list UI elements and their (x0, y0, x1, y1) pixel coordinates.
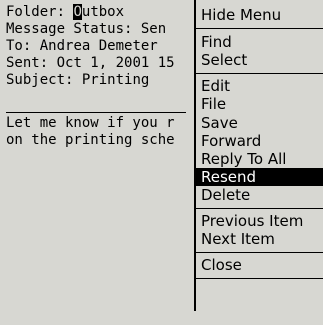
subject-value: Printing (81, 72, 150, 88)
sent-label: Sent: (6, 55, 49, 71)
message-body-line-1[interactable]: Let me know if you r (6, 115, 175, 132)
status-label: Message Status: (6, 21, 133, 37)
menu-item-select[interactable]: Select (196, 51, 323, 69)
menu-item-edit[interactable]: Edit (196, 77, 323, 95)
menu-item-previous-item[interactable]: Previous Item (196, 212, 323, 230)
folder-value-rest: utbox (81, 4, 125, 20)
menu-item-delete[interactable]: Delete (196, 186, 323, 204)
folder-label: Folder: (6, 4, 66, 20)
menu-item-resend[interactable]: Resend (196, 168, 323, 186)
menu-separator (196, 252, 323, 253)
menu-separator (196, 208, 323, 209)
menu-item-file[interactable]: File (196, 95, 323, 113)
message-body-line-2[interactable]: on the printing sche (6, 132, 175, 149)
subject-label: Subject: (6, 72, 74, 88)
sent-value: Oct 1, 2001 15 (56, 55, 175, 71)
header-divider (6, 112, 186, 113)
menu-separator (196, 278, 323, 279)
context-menu: Hide Menu Find Select Edit File Save For… (194, 0, 323, 311)
text-cursor: O (73, 4, 82, 20)
menu-item-reply-to-all[interactable]: Reply To All (196, 150, 323, 168)
status-row: Message Status: Sen (6, 21, 166, 37)
menu-item-close[interactable]: Close (196, 256, 323, 274)
status-value: Sen (140, 21, 167, 37)
menu-item-hide-menu[interactable]: Hide Menu (196, 6, 323, 24)
sent-row: Sent: Oct 1, 2001 15 (6, 55, 175, 71)
menu-item-forward[interactable]: Forward (196, 132, 323, 150)
menu-item-find[interactable]: Find (196, 33, 323, 51)
to-row: To: Andrea Demeter (6, 38, 158, 54)
menu-item-save[interactable]: Save (196, 114, 323, 132)
menu-separator (196, 73, 323, 74)
menu-item-next-item[interactable]: Next Item (196, 230, 323, 248)
folder-row: Folder: Outbox (6, 4, 124, 20)
to-label: To: (6, 38, 32, 54)
menu-separator (196, 28, 323, 29)
folder-value[interactable]: Outbox (73, 4, 124, 20)
subject-row: Subject: Printing (6, 72, 149, 88)
to-value[interactable]: Andrea Demeter (40, 38, 158, 54)
